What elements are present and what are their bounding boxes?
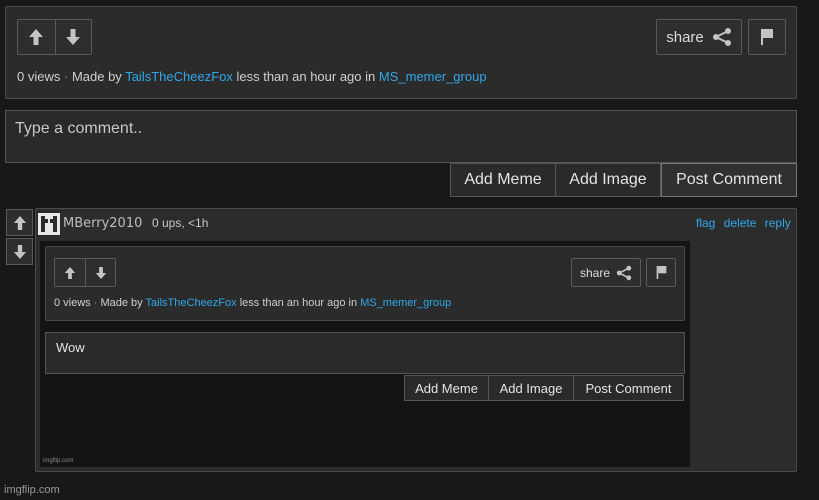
flag-icon [761,29,773,45]
embedded-view-count: 0 views [54,297,91,309]
embedded-add-image-label: Add Image [499,380,563,396]
comment-downvote-button[interactable] [6,238,33,265]
share-label: share [666,28,704,46]
add-image-button[interactable]: Add Image [556,163,661,197]
time-text: less than an hour ago in [236,69,376,84]
share-icon [712,28,731,46]
post-panel: share 0 views · Made by TailsTheCheezFox… [5,6,797,99]
add-image-label: Add Image [569,171,647,188]
embedded-share-button: share [571,258,641,287]
embedded-flag-button [646,258,676,287]
arrow-down-icon [13,244,26,259]
arrow-up-icon [64,266,76,279]
embedded-downvote-button [85,259,115,286]
comment-form-buttons: Add Meme Add Image Post Comment [450,163,797,197]
embedded-add-meme-label: Add Meme [415,380,478,396]
add-meme-label: Add Meme [464,171,542,188]
avatar[interactable] [38,213,60,235]
delete-link[interactable]: delete [724,216,757,230]
upvote-button[interactable] [18,20,55,54]
embedded-form-buttons: Add Meme Add Image Post Comment [404,375,684,401]
comment-stats: 0 ups, <1h [152,216,209,230]
embedded-time-text: less than an hour ago in [239,297,358,309]
view-count: 0 views [17,69,61,84]
arrow-up-icon [13,215,26,230]
arrow-down-icon [66,29,81,45]
embedded-add-meme-button: Add Meme [404,375,489,401]
comment-placeholder: Type a comment.. [15,120,143,137]
embedded-stream-link: MS_memer_group [360,297,452,309]
author-link[interactable]: TailsTheCheezFox [125,69,233,84]
avatar-pixel-icon [41,216,57,232]
flag-button[interactable] [748,19,786,55]
share-button[interactable]: share [656,19,742,55]
arrow-up-icon [29,29,44,45]
embedded-share-label: share [579,265,611,280]
embedded-post-panel: share 0 views · Made by TailsTheCheezFox… [45,246,685,321]
arrow-down-icon [95,266,106,279]
embedded-made-by: Made by [100,297,143,309]
comment-actions: flag delete reply [696,216,791,230]
embedded-post-comment-button: Post Comment [574,375,684,401]
post-vote-buttons [17,19,92,55]
downvote-button[interactable] [54,20,91,54]
embedded-watermark: imgflip.com [43,458,74,464]
comment-panel: MBerry2010 0 ups, <1h flag delete reply … [35,208,797,472]
comment-input[interactable]: Type a comment.. [5,110,797,163]
flag-link[interactable]: flag [696,216,715,230]
embedded-post-meta: 0 views · Made by TailsTheCheezFox less … [54,297,452,309]
share-icon [616,265,632,280]
add-meme-button[interactable]: Add Meme [450,163,556,197]
comment-image[interactable]: share 0 views · Made by TailsTheCheezFox… [40,241,690,467]
embedded-author-link: TailsTheCheezFox [145,297,237,309]
post-meta: 0 views · Made by TailsTheCheezFox less … [17,69,487,84]
made-by-text: Made by [71,69,122,84]
embedded-upvote-button [55,259,86,286]
reply-link[interactable]: reply [765,216,791,230]
imgflip-watermark: imgflip.com [4,484,60,496]
embedded-comment-text: Wow [56,340,85,355]
comment-username[interactable]: MBerry2010 [63,216,142,231]
post-comment-label: Post Comment [676,171,782,188]
flag-icon [656,266,666,279]
embedded-add-image-button: Add Image [489,375,574,401]
comment-upvote-button[interactable] [6,209,33,236]
embedded-comment-box: Wow [45,332,685,374]
stream-link[interactable]: MS_memer_group [379,69,487,84]
post-comment-button[interactable]: Post Comment [661,163,797,197]
embedded-vote-buttons [54,258,116,287]
embedded-post-comment-label: Post Comment [585,380,672,396]
